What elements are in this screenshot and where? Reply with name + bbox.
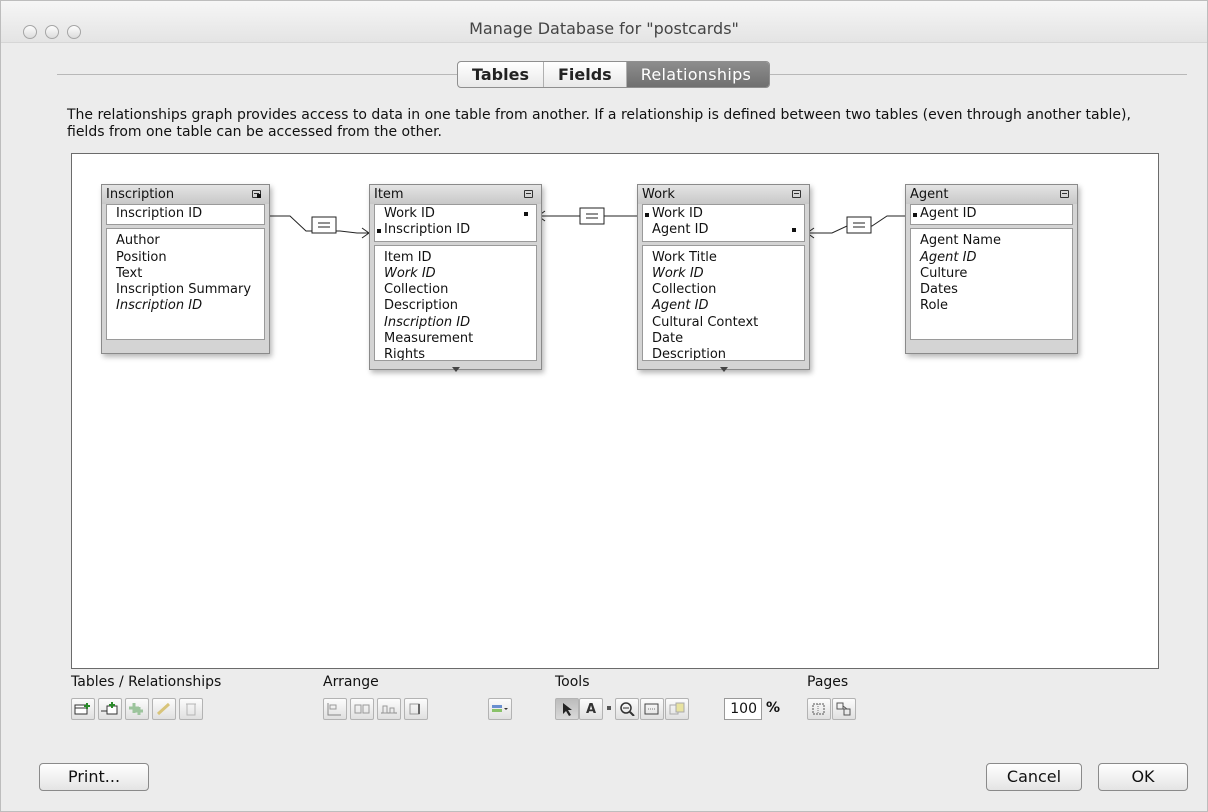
key-fields: Inscription ID <box>106 194 265 226</box>
field-row[interactable]: Collection <box>643 282 804 298</box>
table-occurrence-work[interactable]: Work Work ID Agent ID Work Title Work ID… <box>637 184 810 372</box>
field-row[interactable]: Agent ID <box>643 222 804 238</box>
field-list: Agent Name Agent ID Culture Dates Role <box>910 228 1073 341</box>
field-row[interactable]: Work Title <box>643 250 804 266</box>
field-row[interactable]: Inscription ID <box>375 222 536 238</box>
align-left-icon[interactable] <box>323 698 347 720</box>
cancel-button[interactable]: Cancel <box>986 763 1082 791</box>
tab-bar: Tables Fields Relationships <box>457 61 771 88</box>
key-fields: Work ID Inscription ID <box>374 204 537 242</box>
field-row[interactable]: Work ID <box>643 206 804 222</box>
key-marker-icon <box>792 228 796 232</box>
field-row[interactable]: Date <box>643 331 804 347</box>
field-row[interactable]: Role <box>911 298 1072 314</box>
ok-button[interactable]: OK <box>1098 763 1188 791</box>
relationships-description: The relationships graph provides access … <box>67 107 1131 140</box>
field-row[interactable]: Inscription ID <box>107 206 264 222</box>
field-row[interactable]: Agent ID <box>643 298 804 314</box>
table-name: Agent <box>910 187 949 202</box>
delete-icon[interactable] <box>179 698 203 720</box>
select-pointer-icon[interactable] <box>555 698 579 720</box>
table-header[interactable]: Inscription <box>102 185 269 204</box>
color-palette-icon[interactable] <box>488 698 512 720</box>
field-list[interactable]: Work Title Work ID Collection Agent ID C… <box>642 244 805 361</box>
table-header[interactable]: Item <box>370 185 541 204</box>
field-row[interactable]: Description <box>643 347 804 359</box>
relationship-equals-icon[interactable] <box>311 216 337 234</box>
table-name: Item <box>374 187 404 202</box>
print-button[interactable]: Print... <box>39 763 149 791</box>
zoom-unit-label: % <box>766 700 781 716</box>
field-row[interactable]: Author <box>107 233 264 249</box>
field-row[interactable]: Description <box>375 298 536 314</box>
field-row[interactable]: Measurement <box>375 331 536 347</box>
add-table-icon[interactable] <box>71 698 95 720</box>
key-fields: Agent ID <box>910 204 1073 226</box>
table-header[interactable]: Agent <box>906 185 1077 204</box>
scroll-down-icon[interactable] <box>719 367 728 372</box>
field-row[interactable]: Agent ID <box>911 250 1072 266</box>
field-row[interactable]: Work ID <box>643 266 804 282</box>
zoom-percentage-field[interactable]: 100 <box>724 698 762 720</box>
tab-relationships[interactable]: Relationships <box>626 62 770 87</box>
field-row[interactable]: Collection <box>375 282 536 298</box>
field-row[interactable]: Rights <box>375 347 536 359</box>
scroll-down-icon[interactable] <box>451 367 460 372</box>
key-fields: Work ID Agent ID <box>642 204 805 242</box>
edit-icon[interactable] <box>152 698 176 720</box>
table-occurrence-agent[interactable]: Agent Agent ID Agent Name Agent ID Cultu… <box>905 184 1078 354</box>
window-title: Manage Database for "postcards" <box>469 19 739 38</box>
field-list[interactable]: Item ID Work ID Collection Description I… <box>374 244 537 361</box>
tab-fields[interactable]: Fields <box>544 62 627 87</box>
field-row[interactable]: Dates <box>911 282 1072 298</box>
tools-label: Tools <box>555 674 590 690</box>
key-marker-icon <box>524 212 528 216</box>
field-row[interactable]: Inscription ID <box>375 315 536 331</box>
field-row[interactable]: Item ID <box>375 250 536 266</box>
field-row[interactable]: Work ID <box>375 206 536 222</box>
tool-separator <box>607 706 611 710</box>
collapse-icon[interactable] <box>524 190 533 198</box>
align-bottom-icon[interactable] <box>377 698 401 720</box>
page-breaks-icon[interactable] <box>665 698 689 720</box>
page-setup-icon[interactable] <box>807 698 831 720</box>
field-row[interactable]: Inscription ID <box>107 298 264 314</box>
text-tool-icon[interactable]: A <box>579 698 603 720</box>
field-row[interactable]: Work ID <box>375 266 536 282</box>
title-bar: Manage Database for "postcards" <box>1 1 1207 43</box>
zoom-out-icon[interactable] <box>615 698 639 720</box>
table-occurrence-item[interactable]: Item Work ID Inscription ID Item ID Work… <box>369 184 542 372</box>
table-occurrence-inscription[interactable]: Inscription Inscription ID Author Positi… <box>101 184 270 354</box>
resize-icon[interactable] <box>404 698 428 720</box>
relationship-equals-icon[interactable] <box>579 207 605 225</box>
tab-tables[interactable]: Tables <box>458 62 544 87</box>
field-row[interactable]: Culture <box>911 266 1072 282</box>
field-row[interactable]: Position <box>107 250 264 266</box>
show-page-breaks-icon[interactable] <box>832 698 856 720</box>
collapse-icon[interactable] <box>1060 190 1069 198</box>
field-list: Author Position Text Inscription Summary… <box>106 228 265 341</box>
collapse-icon[interactable] <box>792 190 801 198</box>
table-name: Inscription <box>106 187 175 202</box>
align-center-icon[interactable] <box>350 698 374 720</box>
manage-database-window: Manage Database for "postcards" Tables F… <box>0 0 1208 812</box>
duplicate-icon[interactable] <box>125 698 149 720</box>
field-row[interactable]: Agent Name <box>911 233 1072 249</box>
arrange-label: Arrange <box>323 674 379 690</box>
field-row[interactable]: Cultural Context <box>643 315 804 331</box>
add-relationship-icon[interactable] <box>98 698 122 720</box>
relationships-graph[interactable]: Inscription Inscription ID Author Positi… <box>71 153 1159 669</box>
field-row[interactable]: Text <box>107 266 264 282</box>
zoom-to-fit-icon[interactable] <box>640 698 664 720</box>
key-marker-icon <box>257 194 261 198</box>
relationship-equals-icon[interactable] <box>846 216 872 234</box>
table-header[interactable]: Work <box>638 185 809 204</box>
field-row[interactable]: Agent ID <box>911 206 1072 222</box>
field-row[interactable]: Inscription Summary <box>107 282 264 298</box>
pages-label: Pages <box>807 674 849 690</box>
table-name: Work <box>642 187 675 202</box>
tables-relationships-label: Tables / Relationships <box>71 674 222 690</box>
